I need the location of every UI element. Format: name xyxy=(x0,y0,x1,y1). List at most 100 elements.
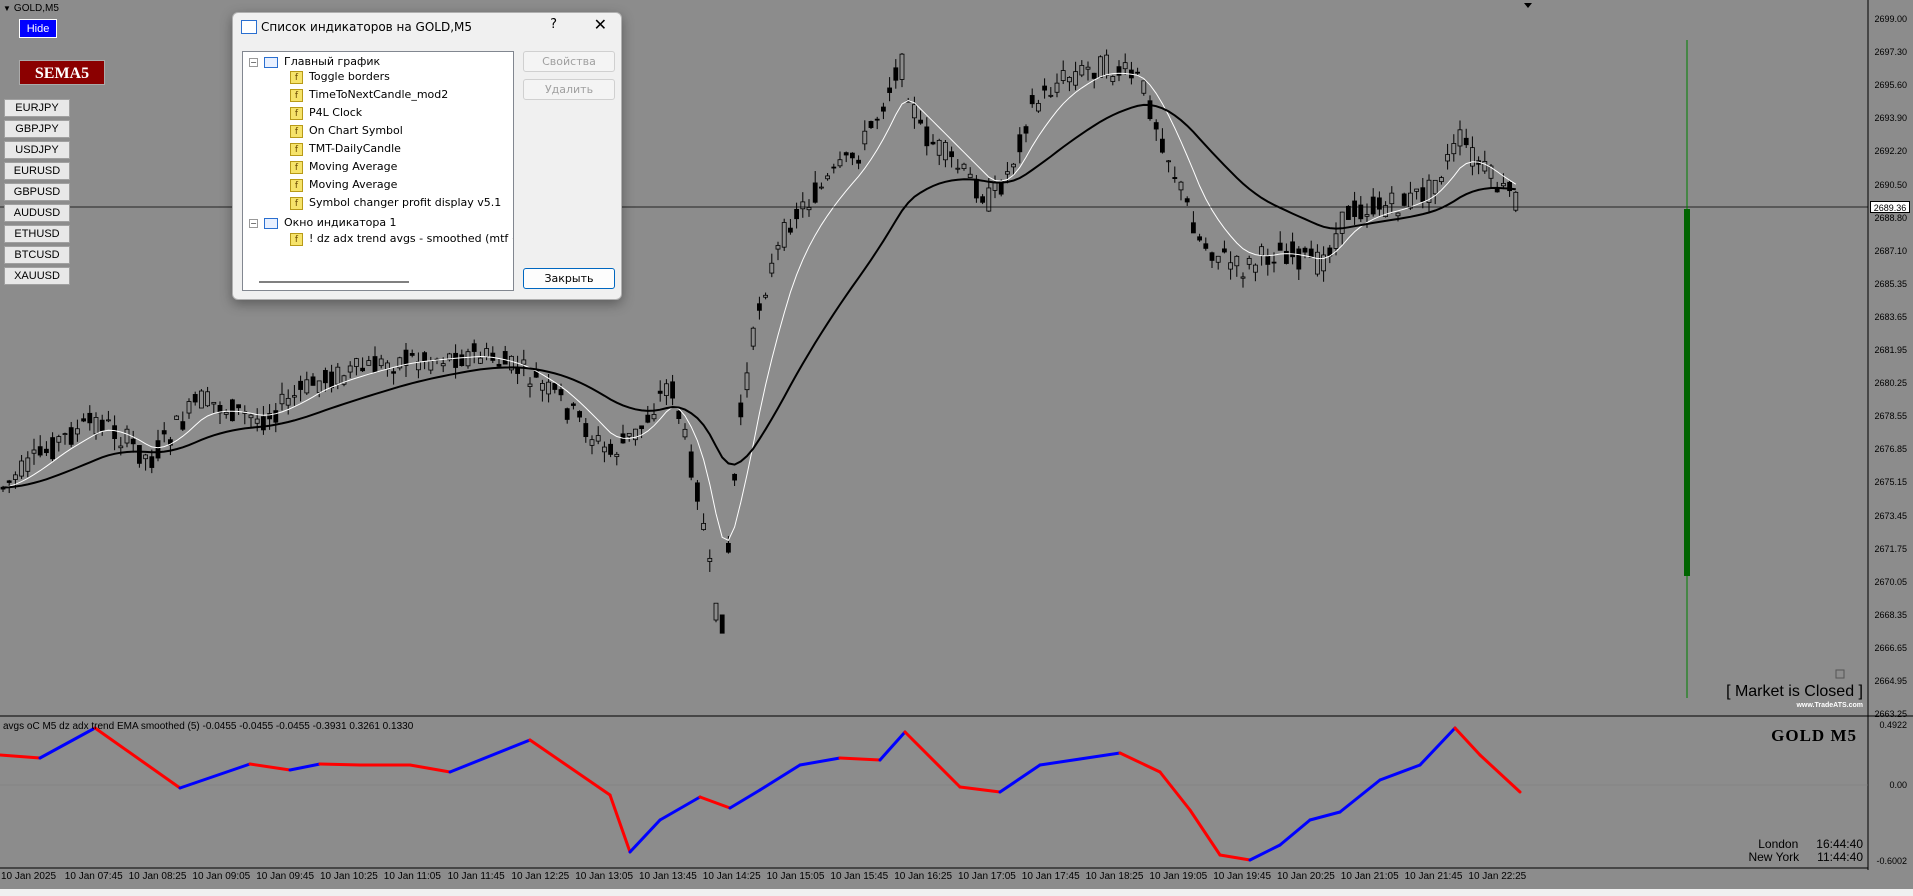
chart-window-icon xyxy=(264,56,278,68)
symbol-button-ethusd[interactable]: ETHUSD xyxy=(4,225,70,243)
collapse-icon[interactable]: − xyxy=(249,57,258,67)
time-axis-label: 10 Jan 18:25 xyxy=(1085,871,1144,882)
symbol-button-eurusd[interactable]: EURUSD xyxy=(4,162,70,180)
tree-item[interactable]: f Symbol changer profit display v5.1 xyxy=(290,195,501,211)
candle-body xyxy=(149,456,155,468)
tree-item[interactable]: f Moving Average xyxy=(290,159,397,175)
candle-body xyxy=(298,380,304,390)
candle-body xyxy=(1104,54,1109,76)
candle-body xyxy=(881,106,886,112)
candle-body xyxy=(1414,188,1419,192)
indicator-list-icon xyxy=(241,20,257,34)
chart-window-icon xyxy=(264,217,278,229)
oscillator-segment xyxy=(958,785,1002,794)
candle-body xyxy=(112,425,117,440)
delete-button[interactable]: Удалить xyxy=(523,79,615,100)
candle-body xyxy=(254,418,260,424)
oscillator-segment xyxy=(1218,853,1252,862)
collapse-icon[interactable]: − xyxy=(249,218,258,228)
properties-button[interactable]: Свойства xyxy=(523,51,615,72)
candle-body xyxy=(99,419,105,431)
candle-body xyxy=(713,602,719,621)
clock-newyork: New York 11:44:40 xyxy=(1748,850,1863,864)
candle-body xyxy=(1377,197,1382,210)
tree-item[interactable]: f Toggle borders xyxy=(290,69,390,85)
tree-item[interactable]: f On Chart Symbol xyxy=(290,123,403,139)
candle-body xyxy=(608,443,613,455)
candle-body xyxy=(316,380,322,393)
symbol-button-xauusd[interactable]: XAUUSD xyxy=(4,267,70,285)
candle-body xyxy=(136,445,142,464)
candle-body xyxy=(1395,212,1401,217)
candle-body xyxy=(577,411,582,418)
oscillator-segment xyxy=(903,730,962,789)
indicator-axis-min: -0.6002 xyxy=(1876,856,1907,866)
oscillator-segment xyxy=(728,788,762,810)
candle-body xyxy=(285,397,291,406)
oscillator-segment xyxy=(1248,843,1282,862)
custom-indicator-icon: f xyxy=(290,88,303,102)
symbol-button-gbpjpy[interactable]: GBPJPY xyxy=(4,120,70,138)
close-button[interactable]: Закрыть xyxy=(523,268,615,289)
oscillator-segment xyxy=(698,795,732,810)
symbol-changer-panel: EURJPY GBPJPY USDJPY EURUSD GBPUSD AUDUS… xyxy=(4,99,70,288)
candle-body xyxy=(1005,171,1010,175)
candle-body xyxy=(465,351,471,367)
candle-body xyxy=(229,399,235,422)
candle-body xyxy=(186,401,192,414)
candle-body xyxy=(360,367,366,372)
close-icon[interactable]: ✕ xyxy=(594,15,607,34)
price-axis-label: 2685.35 xyxy=(1874,278,1907,289)
candle-body xyxy=(744,372,750,391)
candle-body xyxy=(540,383,545,391)
symbol-button-usdjpy[interactable]: USDJPY xyxy=(4,141,70,159)
indicator-axis-zero: 0.00 xyxy=(1889,780,1907,790)
candle-body xyxy=(676,410,682,419)
candle-body xyxy=(6,480,12,483)
tree-group-main[interactable]: − Главный график xyxy=(249,54,380,70)
candle-body xyxy=(1364,214,1370,217)
price-axis-label: 2690.50 xyxy=(1874,179,1907,190)
candle-body xyxy=(974,178,979,199)
candle-body xyxy=(440,363,446,367)
tree-item[interactable]: f! dz adx trend avgs - smoothed (mtf + a… xyxy=(290,231,513,247)
help-icon[interactable]: ? xyxy=(550,17,557,32)
candle-body xyxy=(986,187,992,212)
tree-item[interactable]: f TimeToNextCandle_mod2 xyxy=(290,87,448,103)
candle-body xyxy=(527,383,533,387)
candle-body xyxy=(155,440,161,459)
tree-horizontal-scrollbar[interactable] xyxy=(259,281,409,283)
tree-item[interactable]: f P4L Clock xyxy=(290,105,362,121)
tree-item[interactable]: f TMT-DailyCandle xyxy=(290,141,401,157)
oscillator-segment xyxy=(448,738,532,774)
candle-body xyxy=(930,141,936,145)
oscillator-segment xyxy=(658,795,702,822)
symbol-button-btcusd[interactable]: BTCUSD xyxy=(4,246,70,264)
candle-body xyxy=(781,222,787,248)
symbol-button-eurjpy[interactable]: EURJPY xyxy=(4,99,70,117)
candle-body xyxy=(1389,192,1395,205)
candle-body xyxy=(1451,143,1457,155)
candle-body xyxy=(552,383,558,390)
candle-body xyxy=(726,542,731,553)
price-axis-label: 2699.00 xyxy=(1874,14,1907,24)
candle-body xyxy=(118,445,124,449)
symbol-button-gbpusd[interactable]: GBPUSD xyxy=(4,183,70,201)
hide-button[interactable]: Hide xyxy=(19,19,57,38)
indicator-tree[interactable]: − Главный график f Toggle borders f TimeToN… xyxy=(242,51,514,291)
candle-body xyxy=(1029,95,1035,105)
price-axis-label: 2678.55 xyxy=(1874,411,1907,422)
symbol-button-audusd[interactable]: AUDUSD xyxy=(4,204,70,222)
tree-group-subwindow[interactable]: − Окно индикатора 1 xyxy=(249,215,397,231)
candle-body xyxy=(943,142,948,161)
sema-label: SEMA5 xyxy=(19,60,105,85)
candle-body xyxy=(707,557,713,562)
candle-body xyxy=(1265,255,1271,265)
tree-item[interactable]: f Moving Average xyxy=(290,177,397,193)
candle-body xyxy=(750,327,756,347)
candle-body xyxy=(1036,103,1041,112)
builtin-indicator-icon: f xyxy=(290,160,303,174)
indicators-dialog: Список индикаторов на GOLD,M5 ? ✕ − Главн… xyxy=(232,12,622,300)
candle-body xyxy=(1253,264,1258,273)
oscillator-segment xyxy=(0,753,42,760)
